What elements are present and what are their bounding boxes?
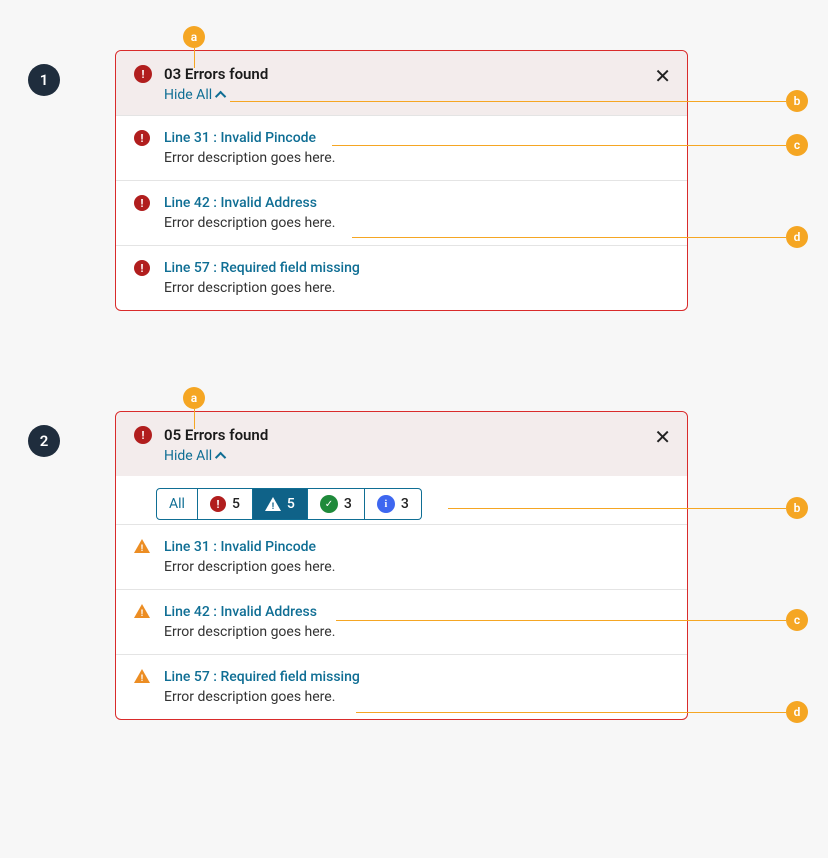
error-item: ! Line 42 : Invalid Address Error descri…: [116, 180, 687, 245]
callout-line-d: [356, 712, 786, 713]
callout-b: b: [786, 90, 808, 112]
error-item: ! Line 57 : Required field missing Error…: [116, 245, 687, 310]
error-icon: !: [134, 260, 150, 276]
error-link[interactable]: Line 57 : Required field missing: [164, 669, 360, 685]
callout-a: a: [183, 26, 205, 48]
error-icon: !: [134, 65, 152, 83]
filter-warning-count: 5: [287, 496, 295, 512]
error-icon: !: [134, 130, 150, 146]
error-link[interactable]: Line 42 : Invalid Address: [164, 195, 335, 211]
panel-title: 05 Errors found: [164, 426, 268, 444]
filter-success[interactable]: ✓ 3: [308, 488, 365, 520]
error-panel: ! 05 Errors found ✕ Hide All All ! 5 ! 5…: [115, 411, 688, 720]
error-icon: !: [210, 496, 226, 512]
close-button[interactable]: ✕: [652, 65, 673, 87]
error-item: ! Line 31 : Invalid Pincode Error descri…: [116, 115, 687, 180]
panel-title: 03 Errors found: [164, 65, 268, 83]
callout-a: a: [183, 387, 205, 409]
hide-all-toggle[interactable]: Hide All: [164, 87, 226, 103]
error-description: Error description goes here.: [164, 280, 360, 296]
filter-error[interactable]: ! 5: [198, 488, 253, 520]
warning-item: ! Line 31 : Invalid Pincode Error descri…: [116, 524, 687, 589]
info-icon: i: [377, 495, 395, 513]
success-icon: ✓: [320, 495, 338, 513]
error-description: Error description goes here.: [164, 150, 335, 166]
close-button[interactable]: ✕: [652, 426, 673, 448]
filter-error-count: 5: [232, 496, 240, 512]
filter-info-count: 3: [401, 496, 409, 512]
callout-b: b: [786, 497, 808, 519]
error-icon: !: [134, 195, 150, 211]
error-description: Error description goes here.: [164, 559, 335, 575]
error-description: Error description goes here.: [164, 689, 360, 705]
svg-text:!: !: [141, 544, 143, 553]
step-badge: 1: [28, 64, 60, 96]
warning-item: ! Line 57 : Required field missing Error…: [116, 654, 687, 719]
filter-bar: All ! 5 ! 5 ✓ 3 i 3: [156, 488, 669, 520]
warning-icon: !: [134, 669, 150, 683]
error-link[interactable]: Line 57 : Required field missing: [164, 260, 360, 276]
callout-line-c: [332, 145, 786, 146]
filter-all[interactable]: All: [156, 488, 198, 520]
svg-text:!: !: [272, 502, 274, 511]
filter-success-count: 3: [344, 496, 352, 512]
callout-c: c: [786, 134, 808, 156]
example-1: 1 a b c d ! 03 Errors found ✕ Hide All !…: [0, 50, 828, 311]
error-panel: ! 03 Errors found ✕ Hide All ! Line 31 :…: [115, 50, 688, 311]
callout-d: d: [786, 226, 808, 248]
warning-item: ! Line 42 : Invalid Address Error descri…: [116, 589, 687, 654]
svg-text:!: !: [141, 609, 143, 618]
chevron-up-icon: [215, 91, 226, 102]
panel-header: ! 03 Errors found ✕ Hide All: [116, 51, 687, 115]
callout-line-b: [448, 508, 786, 509]
callout-c: c: [786, 609, 808, 631]
hide-all-label: Hide All: [164, 448, 212, 464]
filter-info[interactable]: i 3: [365, 488, 422, 520]
filter-warning[interactable]: ! 5: [253, 488, 308, 520]
hide-all-label: Hide All: [164, 87, 212, 103]
svg-text:!: !: [141, 674, 143, 683]
step-badge: 2: [28, 425, 60, 457]
callout-line-d: [352, 237, 786, 238]
warning-icon: !: [134, 604, 150, 618]
warning-icon: !: [265, 497, 281, 511]
error-link[interactable]: Line 31 : Invalid Pincode: [164, 539, 335, 555]
hide-all-toggle[interactable]: Hide All: [164, 448, 226, 464]
example-2: 2 a b c d ! 05 Errors found ✕ Hide All A…: [0, 411, 828, 720]
callout-d: d: [786, 701, 808, 723]
callout-line-a: [194, 409, 195, 429]
error-link[interactable]: Line 31 : Invalid Pincode: [164, 130, 335, 146]
error-link[interactable]: Line 42 : Invalid Address: [164, 604, 335, 620]
callout-line-c: [336, 620, 786, 621]
error-description: Error description goes here.: [164, 215, 335, 231]
callout-line-a: [194, 48, 195, 68]
error-icon: !: [134, 426, 152, 444]
error-description: Error description goes here.: [164, 624, 335, 640]
chevron-up-icon: [215, 452, 226, 463]
warning-icon: !: [134, 539, 150, 553]
callout-line-b: [230, 101, 786, 102]
panel-header: ! 05 Errors found ✕ Hide All: [116, 412, 687, 476]
